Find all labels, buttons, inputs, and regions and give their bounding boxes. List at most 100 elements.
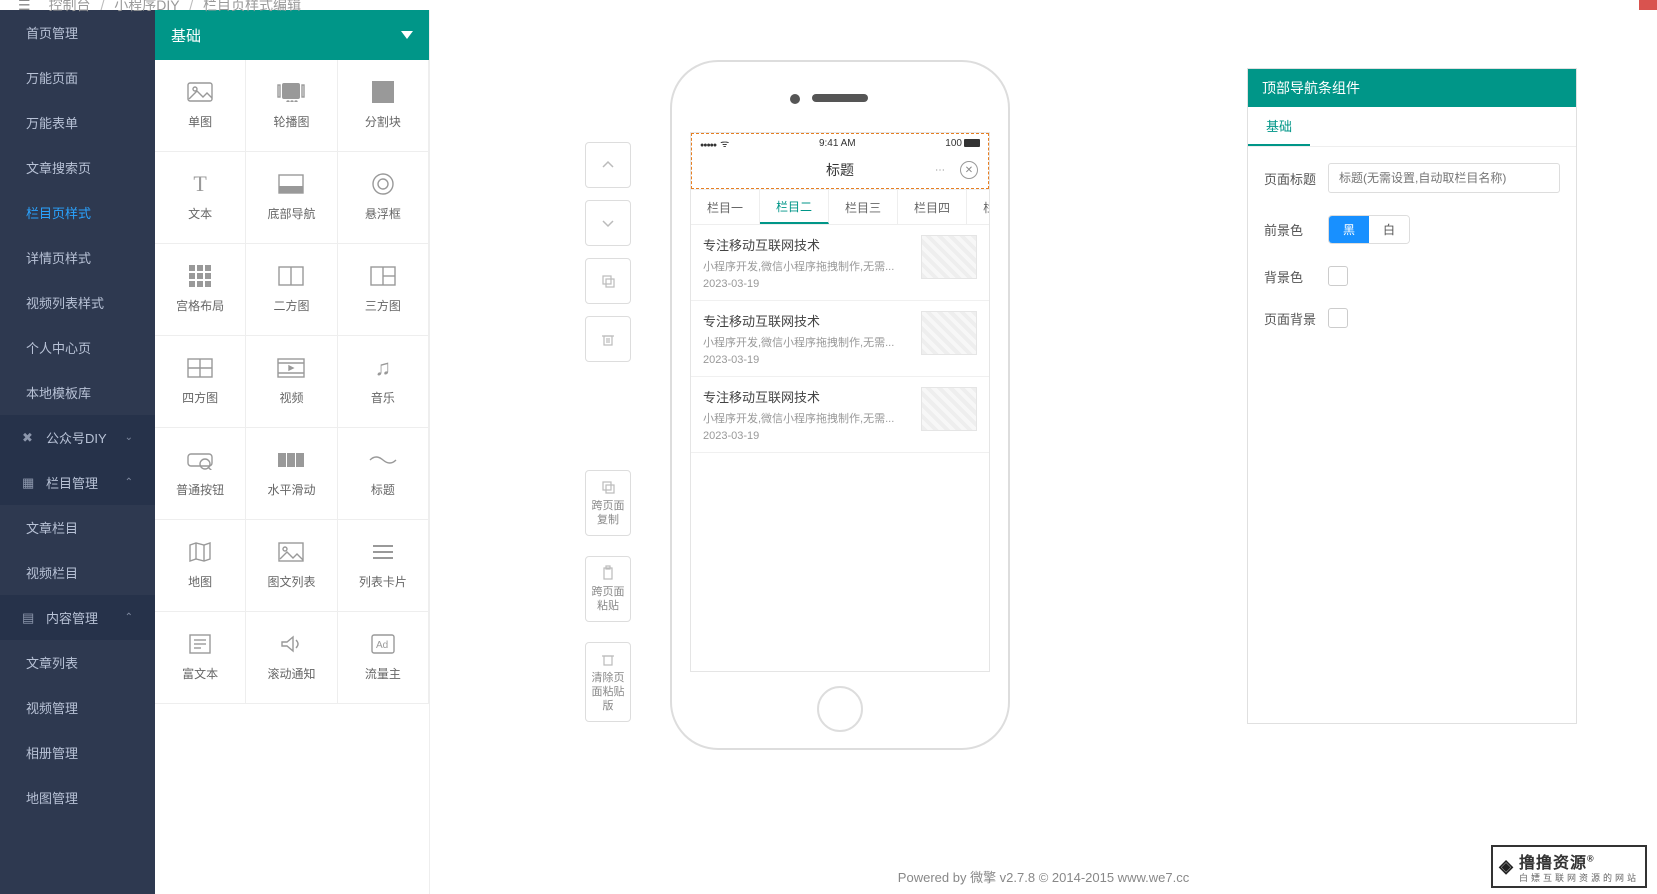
copy-button[interactable]: [585, 258, 631, 304]
component-label: 水平滑动: [267, 481, 315, 498]
sidebar-item[interactable]: 个人中心页: [0, 325, 155, 370]
close-circle-icon[interactable]: ✕: [960, 161, 978, 179]
sidebar-item[interactable]: 详情页样式: [0, 235, 155, 280]
selected-navbar-component[interactable]: ᯤ 9:41 AM 100 标题 ⋯ ✕: [691, 133, 989, 189]
list-item[interactable]: 专注移动互联网技术小程序开发,微信小程序拖拽制作,无需...2023-03-19: [691, 301, 989, 377]
sidebar-item[interactable]: 文章搜索页: [0, 145, 155, 190]
sidebar-item-label: 万能页面: [26, 68, 133, 87]
phone-tab[interactable]: 栏目二: [760, 190, 829, 224]
component-map[interactable]: 地图: [155, 520, 246, 612]
wave-icon: [369, 449, 397, 471]
component-rich[interactable]: 富文本: [155, 612, 246, 704]
sidebar-item[interactable]: 万能表单: [0, 100, 155, 145]
fg-black-option[interactable]: 黑: [1329, 216, 1369, 243]
imglist-icon: [277, 541, 305, 563]
phone-tab[interactable]: 栏目四: [898, 190, 967, 224]
sidebar-item[interactable]: 视频栏目: [0, 550, 155, 595]
sidebar-item[interactable]: 视频列表样式: [0, 280, 155, 325]
sidebar-item[interactable]: 文章列表: [0, 640, 155, 685]
properties-header: 顶部导航条组件: [1248, 69, 1576, 107]
phone-tab[interactable]: 栏目三: [829, 190, 898, 224]
sidebar-item[interactable]: 本地模板库: [0, 370, 155, 415]
component-bottomnav[interactable]: 底部导航: [246, 152, 337, 244]
phone-tab[interactable]: 栏: [967, 190, 989, 224]
component-image[interactable]: 单图: [155, 60, 246, 152]
list-item-date: 2023-03-19: [703, 354, 911, 366]
list-item[interactable]: 专注移动互联网技术小程序开发,微信小程序拖拽制作,无需...2023-03-19: [691, 225, 989, 301]
move-down-button[interactable]: [585, 200, 631, 246]
component-grid3[interactable]: 三方图: [338, 244, 429, 336]
component-imglist[interactable]: 图文列表: [246, 520, 337, 612]
float-icon: [369, 173, 397, 195]
component-button[interactable]: 普通按钮: [155, 428, 246, 520]
phone-tab[interactable]: 栏目一: [691, 190, 760, 224]
component-grid4[interactable]: 四方图: [155, 336, 246, 428]
sidebar-item-label: 视频管理: [26, 698, 133, 717]
crumb-root[interactable]: 控制台: [49, 0, 91, 13]
component-label: 地图: [188, 573, 212, 590]
component-panel-header[interactable]: 基础: [155, 10, 429, 60]
sidebar-item-label: 文章搜索页: [26, 158, 133, 177]
list-item-thumb: [921, 387, 977, 431]
sidebar-item[interactable]: ▤内容管理⌃: [0, 595, 155, 640]
sidebar-item[interactable]: 地图管理: [0, 775, 155, 820]
list-item-date: 2023-03-19: [703, 278, 911, 290]
move-up-button[interactable]: [585, 142, 631, 188]
properties-tab-basic[interactable]: 基础: [1248, 107, 1310, 146]
sidebar-item-label: 文章栏目: [26, 518, 133, 537]
sidebar-item[interactable]: 相册管理: [0, 730, 155, 775]
delete-button[interactable]: [585, 316, 631, 362]
more-icon[interactable]: ⋯: [932, 161, 950, 179]
sidebar-item[interactable]: 文章栏目: [0, 505, 155, 550]
sidebar-item-label: 栏目管理: [46, 473, 125, 492]
watermark: ◈ 撸撸资源® 白嫖互联网资源的网站: [1491, 845, 1647, 888]
sidebar-item-label: 视频列表样式: [26, 293, 133, 312]
sidebar-item[interactable]: 视频管理: [0, 685, 155, 730]
cross-page-paste-button[interactable]: 跨页面粘贴: [585, 556, 631, 622]
status-bar: ᯤ 9:41 AM 100: [692, 134, 988, 152]
wrench-icon: ✖: [22, 430, 36, 446]
component-music[interactable]: ♫音乐: [338, 336, 429, 428]
background-color-checkbox[interactable]: [1328, 266, 1348, 286]
component-carousel[interactable]: 轮播图: [246, 60, 337, 152]
component-hscroll[interactable]: 水平滑动: [246, 428, 337, 520]
phone-list: 专注移动互联网技术小程序开发,微信小程序拖拽制作,无需...2023-03-19…: [691, 225, 989, 453]
menu-icon[interactable]: ☰: [18, 0, 31, 14]
crumb-mid[interactable]: 小程序DIY: [114, 0, 179, 13]
prop-label-bg: 背景色: [1264, 267, 1328, 286]
sidebar-item[interactable]: 万能页面: [0, 55, 155, 100]
component-notice[interactable]: 滚动通知: [246, 612, 337, 704]
page-background-checkbox[interactable]: [1328, 308, 1348, 328]
sidebar-item-label: 地图管理: [26, 788, 133, 807]
clear-clipboard-button[interactable]: 清除页面粘贴版: [585, 642, 631, 722]
component-grid9[interactable]: 宫格布局: [155, 244, 246, 336]
prop-label-fg: 前景色: [1264, 220, 1328, 239]
component-text[interactable]: T文本: [155, 152, 246, 244]
cross-page-copy-button[interactable]: 跨页面复制: [585, 470, 631, 536]
sidebar-item-label: 相册管理: [26, 743, 133, 762]
fg-white-option[interactable]: 白: [1369, 216, 1409, 243]
music-icon: ♫: [369, 357, 397, 379]
ad-icon: Ad: [369, 633, 397, 655]
image-icon: [186, 81, 214, 103]
hscroll-icon: [277, 449, 305, 471]
sidebar-item-label: 栏目页样式: [26, 203, 133, 222]
component-label: 二方图: [273, 297, 309, 314]
list-item[interactable]: 专注移动互联网技术小程序开发,微信小程序拖拽制作,无需...2023-03-19: [691, 377, 989, 453]
sidebar-item-label: 文章列表: [26, 653, 133, 672]
component-wave[interactable]: 标题: [338, 428, 429, 520]
chevron-up-icon: ⌃: [125, 612, 133, 623]
component-ad[interactable]: Ad流量主: [338, 612, 429, 704]
carousel-icon: [277, 81, 305, 103]
sidebar-item[interactable]: 栏目页样式: [0, 190, 155, 235]
component-listcard[interactable]: 列表卡片: [338, 520, 429, 612]
component-grid2[interactable]: 二方图: [246, 244, 337, 336]
sidebar-item-label: 公众号DIY: [46, 428, 125, 447]
sidebar-item[interactable]: ✖公众号DIY⌄: [0, 415, 155, 460]
page-title-input[interactable]: [1328, 163, 1560, 193]
component-video[interactable]: 视频: [246, 336, 337, 428]
sidebar-item[interactable]: ▦栏目管理⌃: [0, 460, 155, 505]
component-block[interactable]: 分割块: [338, 60, 429, 152]
component-float[interactable]: 悬浮框: [338, 152, 429, 244]
sidebar-item[interactable]: 首页管理: [0, 10, 155, 55]
